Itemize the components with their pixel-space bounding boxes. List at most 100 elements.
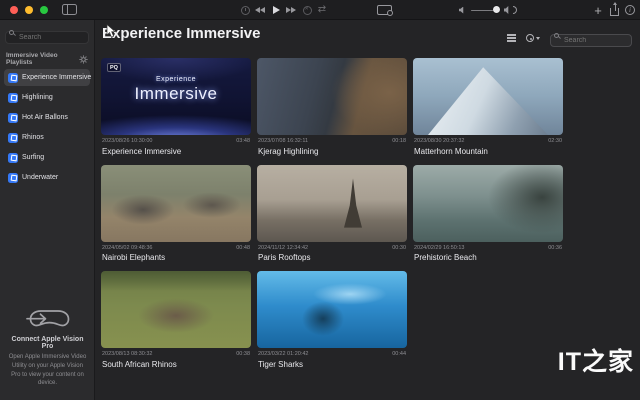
volume-wave-icon	[512, 6, 517, 14]
sidebar-toggle-icon[interactable]	[62, 4, 77, 15]
close-window-button[interactable]	[10, 6, 18, 14]
video-card[interactable]: 2024/05/02 09:48:36 00:48 Nairobi Elepha…	[101, 164, 251, 262]
play-button[interactable]	[270, 0, 282, 20]
video-meta: 2023/08/13 08:30:32 00:38	[101, 351, 251, 357]
playlist-icon	[8, 172, 18, 183]
sidebar-section-header: Immersive Video Playlists	[6, 52, 88, 66]
vision-pro-icon	[25, 310, 69, 327]
shuffle-icon: ⇄	[317, 4, 327, 15]
sidebar-item-highlining[interactable]: Highlining	[4, 89, 90, 106]
sidebar-item-underwater[interactable]: Underwater	[4, 169, 90, 186]
share-icon	[610, 2, 619, 16]
video-meta: 2024/05/02 09:48:36 00:48	[101, 245, 251, 251]
minimize-window-button[interactable]	[25, 6, 33, 14]
rewind-icon	[260, 7, 265, 13]
video-meta: 2023/03/22 01:20:42 00:44	[257, 351, 407, 357]
video-title: South African Rhinos	[102, 359, 177, 369]
watermark-logo: IT之家	[557, 348, 634, 376]
video-thumbnail[interactable]	[257, 58, 407, 135]
list-view-icon[interactable]	[507, 37, 516, 39]
video-thumbnail[interactable]	[257, 271, 407, 348]
video-title: Paris Rooftops	[258, 253, 311, 262]
shuffle-button[interactable]: ⇄	[316, 0, 328, 20]
volume-up-button[interactable]	[503, 0, 517, 20]
video-title: Nairobi Elephants	[102, 253, 166, 262]
sidebar-item-hot-air-ballons[interactable]: Hot Air Ballons	[4, 109, 90, 126]
video-duration: 00:38	[236, 351, 250, 357]
video-card[interactable]: 2023/07/08 16:32:11 00:18 Kjerag Highlin…	[257, 58, 407, 156]
sidebar-item-label: Rhinos	[22, 134, 44, 141]
overlay-text-large: Immersive	[134, 84, 218, 103]
timer-icon	[240, 5, 250, 15]
rewind-button[interactable]	[254, 0, 266, 20]
video-card[interactable]: 2023/08/30 20:37:32 02:30 Matterhorn Mou…	[413, 58, 563, 156]
video-duration: 00:48	[236, 244, 250, 251]
search-icon	[9, 29, 14, 35]
add-icon: +	[594, 2, 602, 18]
video-card[interactable]: 2023/08/13 08:30:32 00:38 South African …	[101, 271, 251, 369]
volume-slider-knob[interactable]	[493, 6, 500, 13]
video-duration: 02:30	[548, 138, 562, 144]
video-duration: 00:18	[392, 138, 406, 144]
sidebar-item-surfing[interactable]: Surfing	[4, 149, 90, 166]
chevron-down-icon	[536, 36, 540, 40]
app-window: ⇄ + i Immersive Video Playlists	[0, 0, 640, 400]
add-button[interactable]: +	[592, 0, 604, 20]
display-button[interactable]	[375, 0, 393, 20]
playlist-icon	[8, 72, 18, 83]
video-date: 2024/11/12 12:34:42	[258, 244, 309, 251]
sidebar-search	[5, 26, 89, 44]
fast-forward-button[interactable]	[285, 0, 297, 20]
video-duration: 00:36	[548, 244, 562, 251]
video-card[interactable]: PQ Experience Immersive 2023/08/26 10:30…	[101, 58, 251, 156]
stop-button[interactable]	[301, 0, 313, 20]
sidebar-item-experience-immersive[interactable]: Experience Immersive	[4, 69, 92, 86]
display-icon	[376, 5, 393, 16]
video-duration: 03:48	[236, 138, 250, 144]
video-title: Tiger Sharks	[258, 359, 304, 369]
gear-icon[interactable]	[79, 54, 88, 64]
volume-down-icon	[458, 6, 464, 14]
volume-down-button[interactable]	[457, 0, 467, 20]
playlist-icon	[8, 152, 18, 163]
video-meta: 2023/08/30 20:37:32 02:30	[413, 138, 563, 144]
video-thumbnail[interactable]	[257, 164, 407, 242]
timer-button[interactable]	[239, 0, 251, 20]
video-title: Kjerag Highlining	[258, 146, 319, 156]
view-options-button[interactable]	[526, 34, 540, 42]
share-button[interactable]	[608, 0, 621, 20]
video-date: 2023/03/22 01:20:42	[258, 351, 309, 357]
fast-forward-icon	[291, 7, 296, 13]
video-card[interactable]: 2024/02/29 16:50:13 00:36 Prehistoric Be…	[413, 164, 563, 262]
info-button[interactable]: i	[624, 0, 636, 20]
video-thumbnail[interactable]: PQ Experience Immersive	[101, 58, 251, 135]
header-controls	[507, 29, 632, 47]
video-card[interactable]: 2024/11/12 12:34:42 00:30 Paris Rooftops	[257, 164, 407, 262]
video-thumbnail[interactable]	[413, 58, 563, 135]
main-search	[550, 29, 632, 47]
volume-up-icon	[503, 6, 509, 14]
sidebar-item-rhinos[interactable]: Rhinos	[4, 129, 90, 146]
sidebar-item-label: Highlining	[22, 94, 53, 101]
overlay-text-small: Experience	[155, 76, 197, 83]
video-thumbnail[interactable]	[101, 164, 251, 242]
video-title: Matterhorn Mountain	[414, 146, 488, 156]
playlist-icon	[8, 92, 18, 103]
video-thumbnail[interactable]	[413, 164, 563, 242]
video-card[interactable]: 2023/03/22 01:20:42 00:44 Tiger Sharks	[257, 271, 407, 369]
sidebar-item-label: Underwater	[22, 174, 59, 181]
video-meta: 2023/08/26 10:30:00 03:48	[101, 138, 251, 144]
pq-badge: PQ	[107, 63, 121, 72]
video-meta: 2024/11/12 12:34:42 00:30	[257, 245, 407, 251]
sidebar-search-input[interactable]	[5, 31, 89, 44]
sidebar-item-label: Hot Air Ballons	[22, 114, 68, 121]
video-thumbnail[interactable]	[101, 271, 251, 348]
video-date: 2023/08/30 20:37:32	[414, 138, 465, 144]
sidebar-item-label: Experience Immersive	[22, 74, 92, 81]
stop-icon	[302, 5, 312, 15]
info-icon: i	[625, 5, 635, 15]
video-meta: 2023/07/08 16:32:11 00:18	[257, 138, 407, 144]
zoom-window-button[interactable]	[40, 6, 48, 14]
video-date: 2024/02/29 16:50:13	[414, 244, 465, 251]
main-search-input[interactable]	[550, 34, 632, 47]
